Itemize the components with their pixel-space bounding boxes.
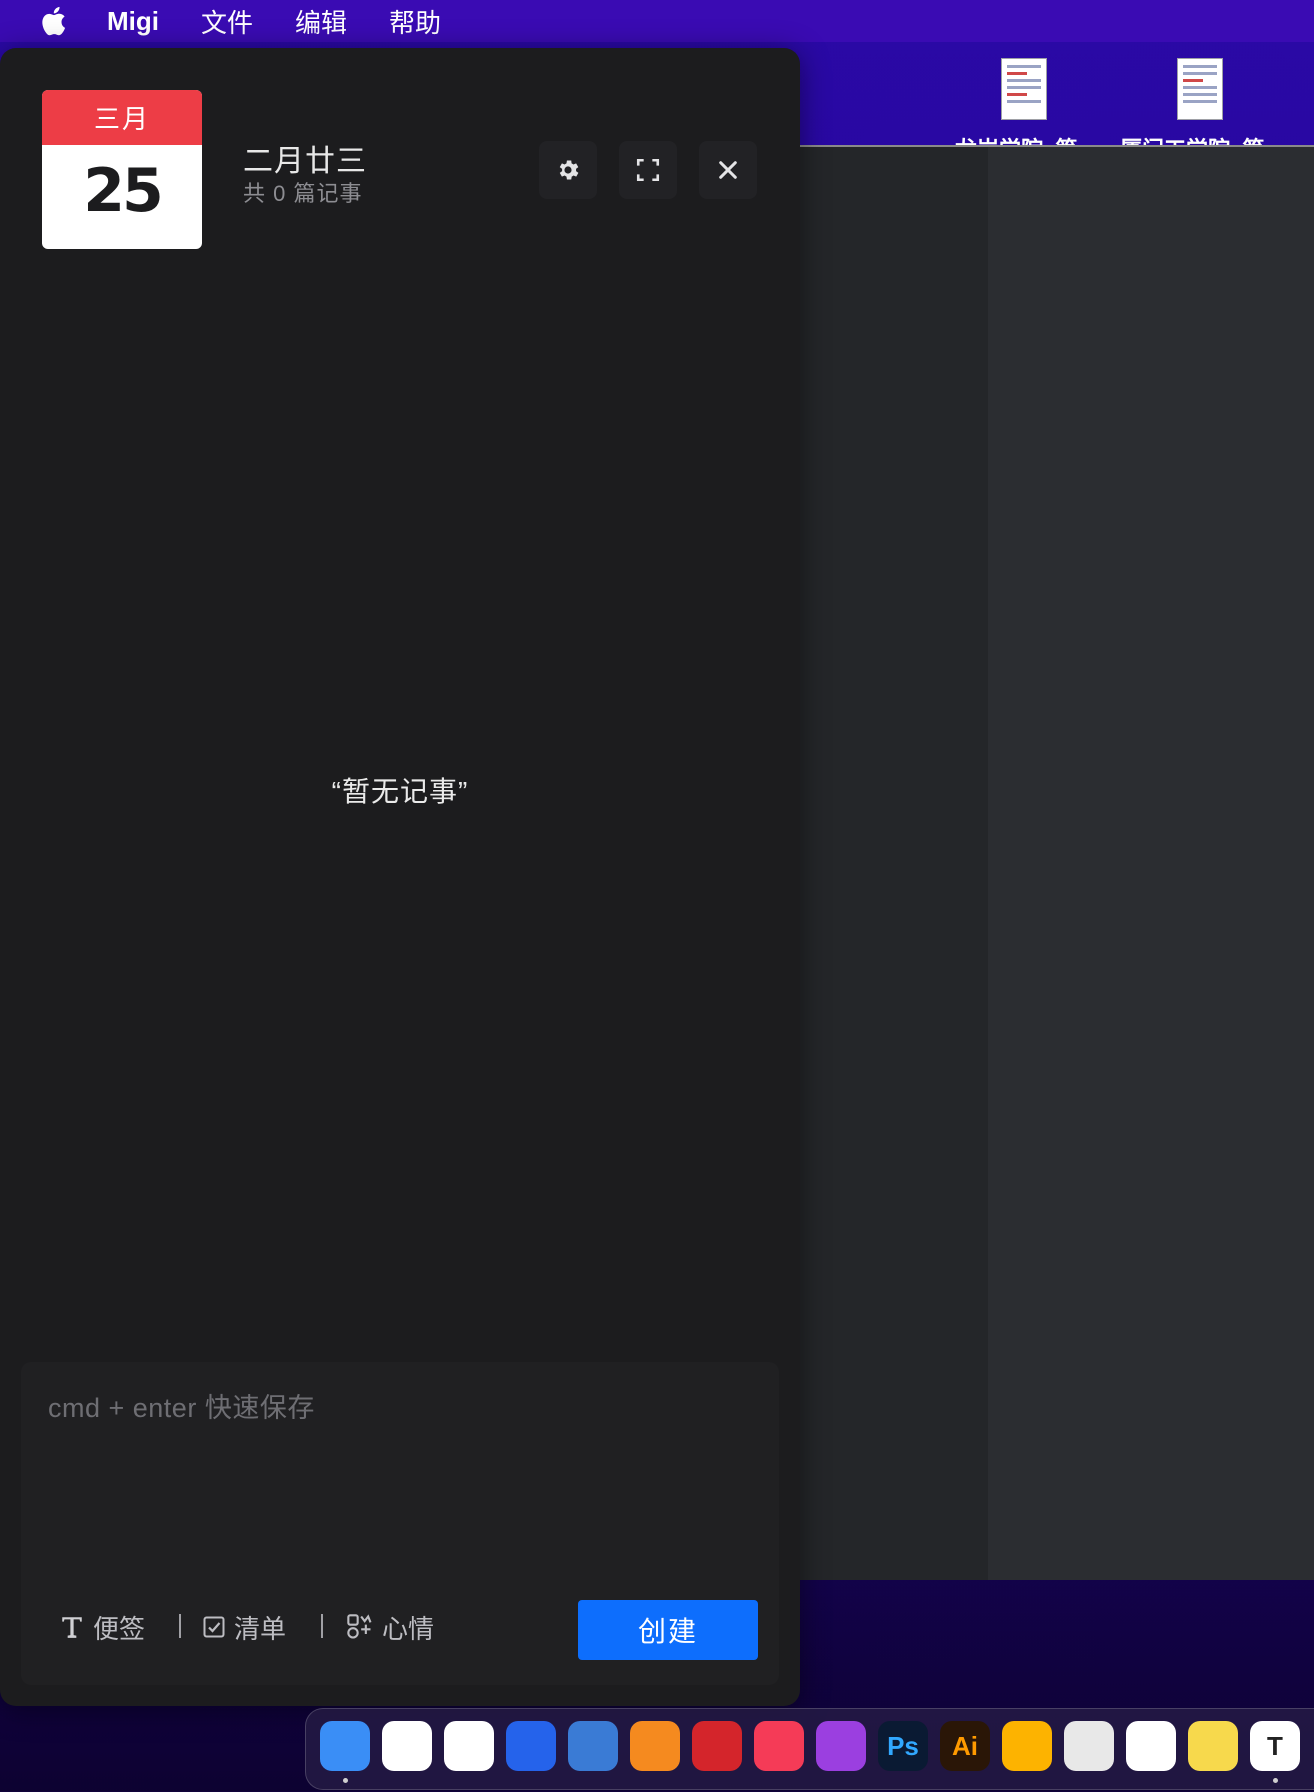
fullscreen-button[interactable] [619,141,677,199]
dock-app-photoshop-icon[interactable]: Ps [878,1721,928,1771]
type-separator [179,1614,181,1638]
dock-app-photos-icon[interactable] [1126,1721,1176,1771]
calendar-tile: 三月 25 [42,90,202,249]
text-icon [59,1614,85,1640]
dock-app-app-blue-icon[interactable] [506,1721,556,1771]
checkbox-icon [202,1615,226,1639]
desktop-file-icon[interactable] [1001,58,1047,120]
calendar-day: 25 [83,156,164,226]
migi-window: 三月 25 二月廿三 共 0 篇记事 “暂无记事” cmd + enter 快速… [0,48,800,1706]
dock: Ps Ai T [305,1708,1314,1790]
type-memo-label: 便签 [93,1613,146,1644]
background-window [800,145,1314,1580]
dock-app-infuse-icon[interactable] [568,1721,618,1771]
type-checklist-option[interactable]: 清单 [202,1607,286,1647]
apple-icon[interactable] [39,5,67,37]
lunar-date: 二月廿三 [243,145,367,178]
menu-app-name[interactable]: Migi [107,6,159,37]
type-checklist-label: 清单 [234,1613,287,1644]
menu-file[interactable]: 文件 [201,3,253,40]
settings-button[interactable] [539,141,597,199]
create-button[interactable]: 创建 [578,1600,758,1660]
dock-app-baidu-netdisk-icon[interactable] [382,1721,432,1771]
gear-icon [555,157,581,183]
close-button[interactable] [699,141,757,199]
background-window-sidebar [800,147,988,1580]
note-count: 共 0 篇记事 [243,181,363,206]
desktop-file-icon[interactable] [1177,58,1223,120]
type-memo-option[interactable]: 便签 [59,1607,145,1647]
mood-icon [346,1613,374,1641]
dock-app-netease-music-icon[interactable] [692,1721,742,1771]
note-input[interactable] [46,1384,750,1518]
dock-app-notes-icon[interactable] [1188,1721,1238,1771]
dock-running-indicator [1273,1778,1278,1783]
fullscreen-icon [635,157,661,183]
menu-bar: Migi 文件 编辑 帮助 [0,0,1314,42]
composer-panel: 便签 清单 心情 创建 [21,1362,779,1685]
desktop-file-label[interactable]: 厦门工学院_第... [1120,130,1283,146]
type-mood-label: 心情 [382,1613,435,1644]
type-mood-option[interactable]: 心情 [346,1607,434,1647]
type-separator [321,1614,323,1638]
dock-running-indicator [343,1778,348,1783]
dock-app-finder-icon[interactable] [320,1721,370,1771]
dock-app-pixelmator-icon[interactable] [1064,1721,1114,1771]
calendar-month: 三月 [42,90,202,145]
dock-app-sketch-icon[interactable] [1002,1721,1052,1771]
dock-app-browser-icon[interactable] [444,1721,494,1771]
empty-state-message: “暂无记事” [331,776,469,807]
dock-app-music-icon[interactable] [754,1721,804,1771]
dock-app-typora-icon[interactable]: T [1250,1721,1300,1771]
dock-app-books-icon[interactable] [630,1721,680,1771]
menu-edit[interactable]: 编辑 [295,3,347,40]
dock-app-illustrator-icon[interactable]: Ai [940,1721,990,1771]
close-icon [717,159,739,181]
dock-app-podcasts-icon[interactable] [816,1721,866,1771]
desktop-file-label[interactable]: 龙岩学院_第... [955,130,1096,146]
menu-help[interactable]: 帮助 [389,3,441,40]
